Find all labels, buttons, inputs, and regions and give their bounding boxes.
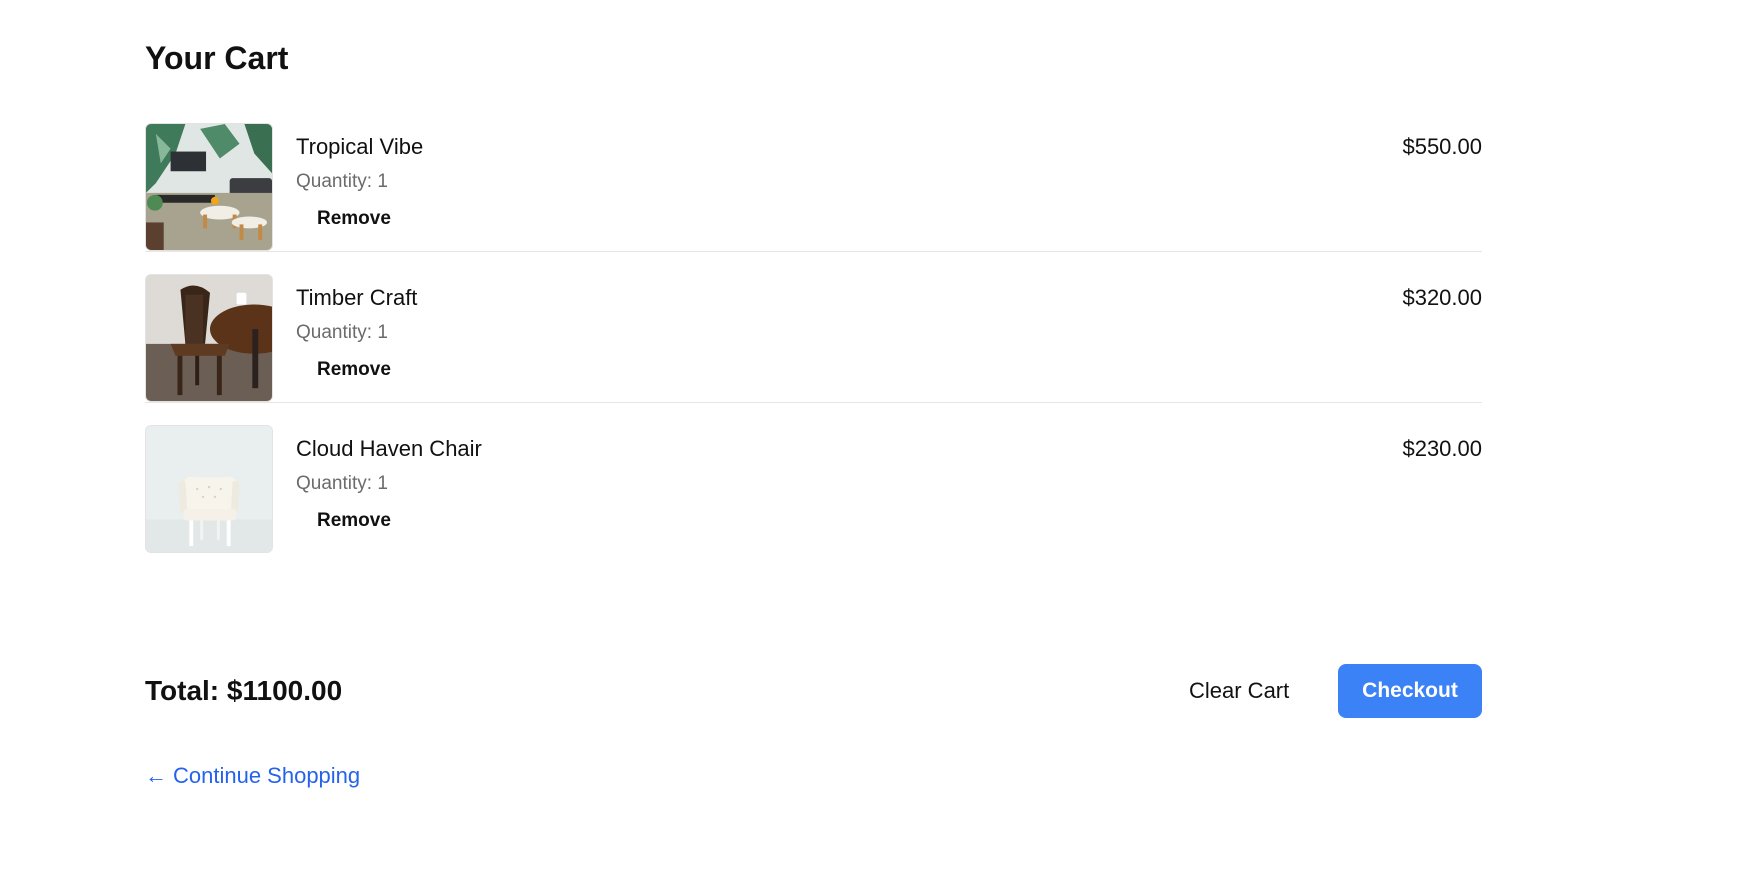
- product-quantity: Quantity: 1: [296, 321, 388, 345]
- quantity-value: 1: [377, 322, 388, 343]
- cart-summary: Total: $1100.00 Clear Cart Checkout: [145, 664, 1482, 718]
- continue-shopping-link[interactable]: ← Continue Shopping: [145, 762, 360, 790]
- quantity-value: 1: [377, 473, 388, 494]
- cart-item: Timber Craft Quantity: 1 Remove $320.00: [145, 274, 1482, 403]
- remove-button[interactable]: Remove: [303, 507, 405, 535]
- product-name[interactable]: Tropical Vibe: [296, 133, 423, 161]
- cart-total: Total: $1100.00: [145, 675, 343, 706]
- product-image-cloud-haven-chair[interactable]: [145, 425, 273, 553]
- continue-shopping-label: Continue Shopping: [173, 763, 361, 788]
- clear-cart-button[interactable]: Clear Cart: [1175, 670, 1303, 712]
- cart-item: Tropical Vibe Quantity: 1 Remove $550.00: [145, 123, 1482, 252]
- product-name[interactable]: Cloud Haven Chair: [296, 435, 482, 463]
- white-armchair-photo: [146, 426, 272, 552]
- cart-item-list: Tropical Vibe Quantity: 1 Remove $550.00: [145, 123, 1482, 553]
- product-price: $550.00: [1402, 134, 1482, 159]
- remove-button[interactable]: Remove: [303, 356, 405, 384]
- product-image-timber-craft[interactable]: [145, 274, 273, 402]
- living-room-photo: [146, 124, 272, 250]
- page-title: Your Cart: [145, 40, 289, 76]
- product-quantity: Quantity: 1: [296, 170, 388, 194]
- product-price: $230.00: [1402, 436, 1482, 461]
- product-quantity: Quantity: 1: [296, 472, 388, 496]
- cart-item: Cloud Haven Chair Quantity: 1 Remove $23…: [145, 425, 1482, 553]
- quantity-label: Quantity:: [296, 473, 378, 494]
- product-image-tropical-vibe[interactable]: [145, 123, 273, 251]
- quantity-label: Quantity:: [296, 171, 378, 192]
- product-price: $320.00: [1402, 285, 1482, 310]
- product-name[interactable]: Timber Craft: [296, 284, 417, 312]
- checkout-button[interactable]: Checkout: [1338, 664, 1482, 718]
- wooden-chair-photo: [146, 275, 272, 401]
- arrow-left-icon: ←: [145, 763, 167, 788]
- quantity-label: Quantity:: [296, 322, 378, 343]
- cart-page: Your Cart Tropical Vibe Quantity: 1 Remo…: [0, 0, 1745, 875]
- remove-button[interactable]: Remove: [303, 205, 405, 233]
- quantity-value: 1: [377, 171, 388, 192]
